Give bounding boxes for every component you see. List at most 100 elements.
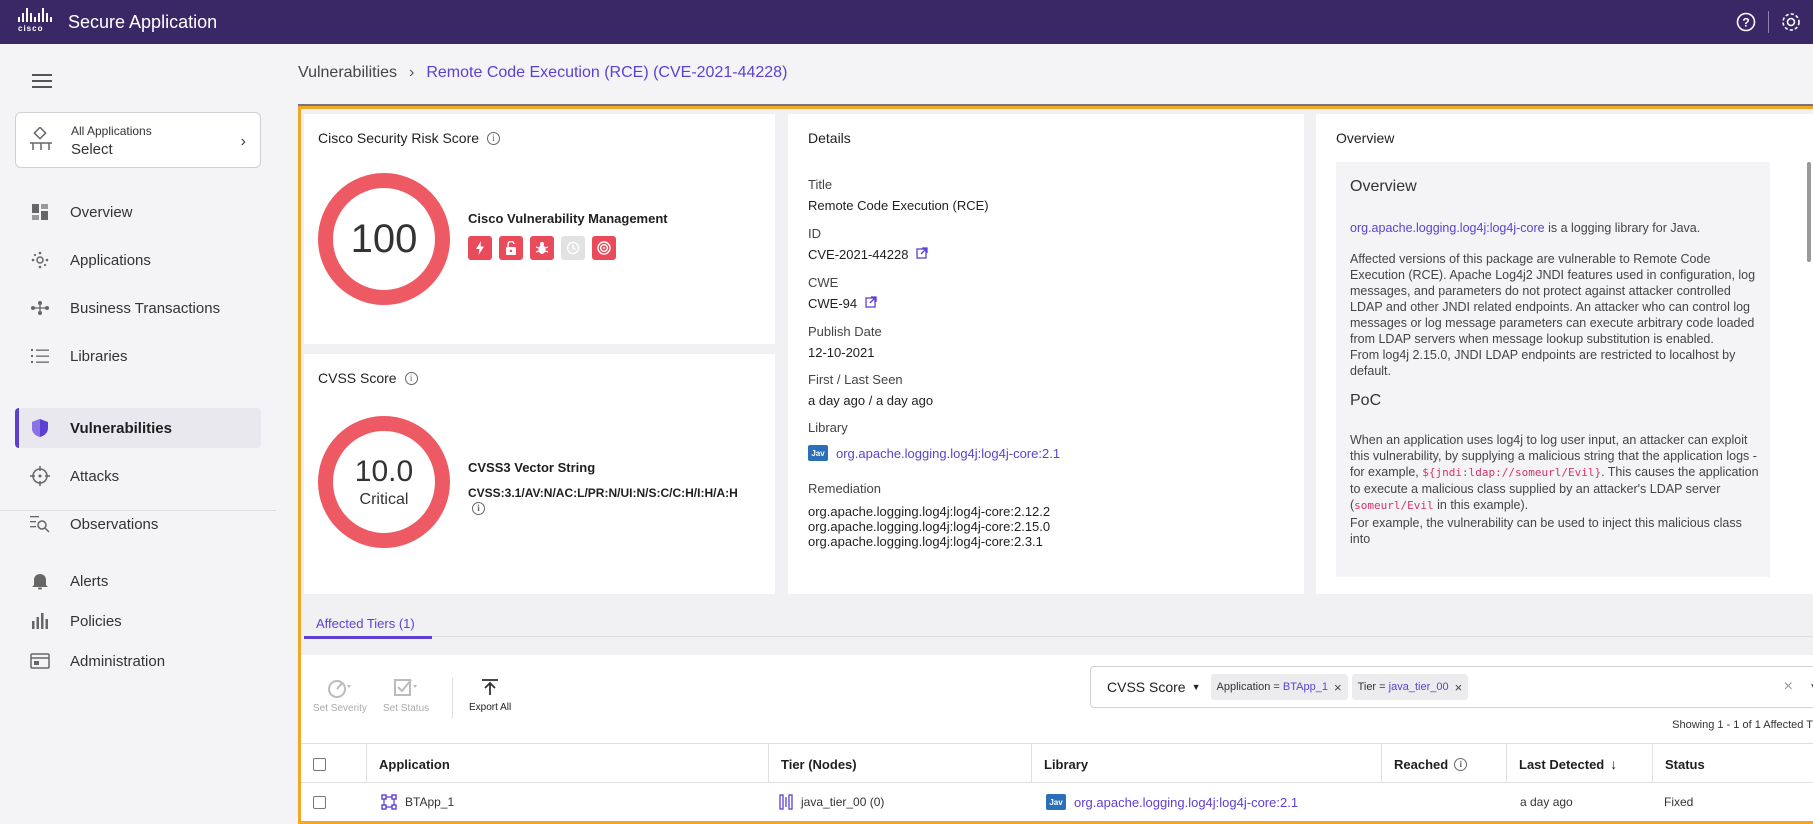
filter-bar[interactable]: CVSS Score ▼ Application = BTApp_1 × Tie…	[1090, 666, 1813, 708]
table-row[interactable]: BTApp_1 java_tier_00 (0) Jav org.apache.…	[301, 783, 1813, 821]
list-icon	[29, 345, 51, 367]
info-icon[interactable]: i	[1454, 757, 1468, 771]
tab-affected-tiers[interactable]: Affected Tiers (1)	[316, 616, 415, 631]
lightning-icon	[468, 236, 492, 260]
column-tier-nodes[interactable]: Tier (Nodes)	[769, 744, 1032, 784]
overview-content[interactable]: Overview org.apache.logging.log4j:log4j-…	[1336, 162, 1770, 577]
column-last-detected[interactable]: Last Detected ↓	[1507, 744, 1653, 784]
chevron-right-icon: ›	[240, 133, 246, 150]
severity-icon	[327, 680, 351, 698]
details-card: Details Title Remote Code Execution (RCE…	[788, 114, 1304, 594]
bar-chart-icon	[29, 610, 51, 632]
id-value: CVE-2021-44228	[808, 247, 909, 262]
sidebar-item-applications[interactable]: Applications	[15, 240, 261, 280]
breadcrumb-current: Remote Code Execution (RCE) (CVE-2021-44…	[426, 64, 788, 81]
close-icon[interactable]: ×	[1455, 680, 1463, 695]
target-icon	[592, 236, 616, 260]
external-link-icon[interactable]	[865, 296, 877, 311]
caret-down-icon: ▼	[1191, 682, 1201, 692]
info-icon[interactable]: i	[404, 371, 418, 385]
cvss-vector: CVSS:3.1/AV:N/AC:L/PR:N/UI:N/S:C/C:H/I:H…	[468, 486, 738, 515]
sidebar-item-administration[interactable]: Administration	[15, 641, 261, 681]
applications-tree-icon	[28, 126, 54, 158]
column-reached[interactable]: Reached i	[1382, 744, 1507, 784]
select-all-checkbox[interactable]	[313, 757, 326, 771]
gear-icon[interactable]	[1769, 0, 1813, 44]
sidebar-item-overview[interactable]: Overview	[15, 192, 261, 232]
sidebar-item-business-transactions[interactable]: Business Transactions	[15, 288, 261, 328]
row-checkbox-cell	[313, 783, 326, 821]
remediation-item: org.apache.logging.log4j:log4j-core:2.3.…	[808, 534, 1043, 549]
publish-date-label: Publish Date	[808, 324, 882, 339]
cvm-badges	[468, 236, 616, 260]
column-application[interactable]: Application	[367, 744, 769, 784]
remediation-label: Remediation	[808, 481, 881, 496]
app-title: Secure Application	[68, 11, 218, 32]
sidebar: All Applications Select › Overview Appli…	[0, 44, 276, 824]
overview-paragraph: org.apache.logging.log4j:log4j-core is a…	[1350, 221, 1701, 235]
breadcrumb-parent[interactable]: Vulnerabilities	[298, 64, 397, 82]
sidebar-item-alerts[interactable]: Alerts	[15, 561, 261, 601]
column-library[interactable]: Library	[1032, 744, 1382, 784]
clear-filters-icon[interactable]: ×	[1784, 678, 1793, 696]
info-icon[interactable]: i	[472, 501, 485, 515]
export-icon	[482, 679, 499, 695]
tab-divider	[432, 636, 1813, 637]
crosshair-icon	[29, 465, 51, 487]
bell-icon	[29, 570, 51, 592]
tab-active-indicator	[304, 636, 432, 639]
app-select-value: Select	[71, 141, 113, 158]
business-transactions-icon	[29, 297, 51, 319]
poc-paragraph: When an application uses log4j to log us…	[1350, 433, 1759, 512]
sidebar-item-policies[interactable]: Policies	[15, 601, 261, 641]
first-last-seen-label: First / Last Seen	[808, 372, 903, 387]
unlock-icon	[499, 236, 523, 260]
bug-icon	[530, 236, 554, 260]
menu-icon[interactable]	[32, 74, 52, 88]
overview-scrollbar[interactable]	[1807, 162, 1811, 262]
filter-field-select[interactable]: CVSS Score ▼	[1107, 679, 1201, 695]
set-status-button[interactable]: Set Status	[383, 677, 429, 714]
filter-chip-application[interactable]: Application = BTApp_1 ×	[1210, 674, 1348, 700]
toolbar-divider	[452, 678, 453, 718]
cell-library: Jav org.apache.logging.log4j:log4j-core:…	[1046, 783, 1298, 821]
cvss-severity: Critical	[359, 491, 409, 508]
risk-score-card: Cisco Security Risk Score i 100 Cisco Vu…	[304, 114, 775, 344]
cvss-vector-label: CVSS3 Vector String	[468, 460, 596, 475]
library-link[interactable]: org.apache.logging.log4j:log4j-core:2.1	[1074, 795, 1298, 810]
dashboard-icon	[29, 201, 51, 223]
cvm-title: Cisco Vulnerability Management	[468, 211, 668, 226]
help-circle-icon[interactable]: ?	[1724, 0, 1768, 44]
sidebar-item-attacks[interactable]: Attacks	[15, 456, 261, 496]
application-selector[interactable]: All Applications Select ›	[15, 112, 261, 168]
library-link[interactable]: org.apache.logging.log4j:log4j-core:2.1	[836, 446, 1060, 461]
sidebar-item-vulnerabilities[interactable]: Vulnerabilities	[15, 408, 261, 448]
java-badge-icon: Jav	[808, 445, 828, 461]
caret-down-icon[interactable]: ▼	[1809, 682, 1813, 693]
cvss-score-card: CVSS Score i 10.0 Critical CVSS3 Vector …	[304, 354, 775, 594]
overview-library-link[interactable]: org.apache.logging.log4j:log4j-core	[1350, 221, 1545, 235]
app-select-label: All Applications	[71, 124, 152, 138]
export-all-button[interactable]: Export All	[469, 679, 511, 713]
sidebar-item-libraries[interactable]: Libraries	[15, 336, 261, 376]
close-icon[interactable]: ×	[1334, 680, 1342, 695]
column-status[interactable]: Status	[1653, 744, 1813, 784]
info-icon[interactable]: i	[487, 131, 501, 145]
window-icon	[29, 650, 51, 672]
shield-icon	[29, 417, 51, 439]
affected-tiers-toolbar: Set Severity Set Status Export All CVSS …	[301, 655, 1813, 743]
cvss-score-ring: 10.0 Critical	[318, 416, 450, 548]
cell-status: Fixed	[1664, 795, 1694, 809]
filter-chip-tier[interactable]: Tier = java_tier_00 ×	[1351, 674, 1469, 700]
set-severity-button[interactable]: Set Severity	[313, 677, 367, 714]
applications-icon	[29, 249, 51, 271]
row-checkbox[interactable]	[313, 795, 326, 809]
status-check-icon	[394, 679, 418, 696]
cell-tier: java_tier_00 (0)	[779, 783, 884, 821]
poc-paragraph: For example, the vulnerability can be us…	[1350, 516, 1742, 546]
sort-down-icon: ↓	[1610, 756, 1618, 772]
id-label: ID	[808, 226, 821, 241]
external-link-icon[interactable]	[916, 247, 929, 262]
library-label: Library	[808, 420, 848, 435]
overview-section-title: Overview	[1350, 178, 1417, 195]
